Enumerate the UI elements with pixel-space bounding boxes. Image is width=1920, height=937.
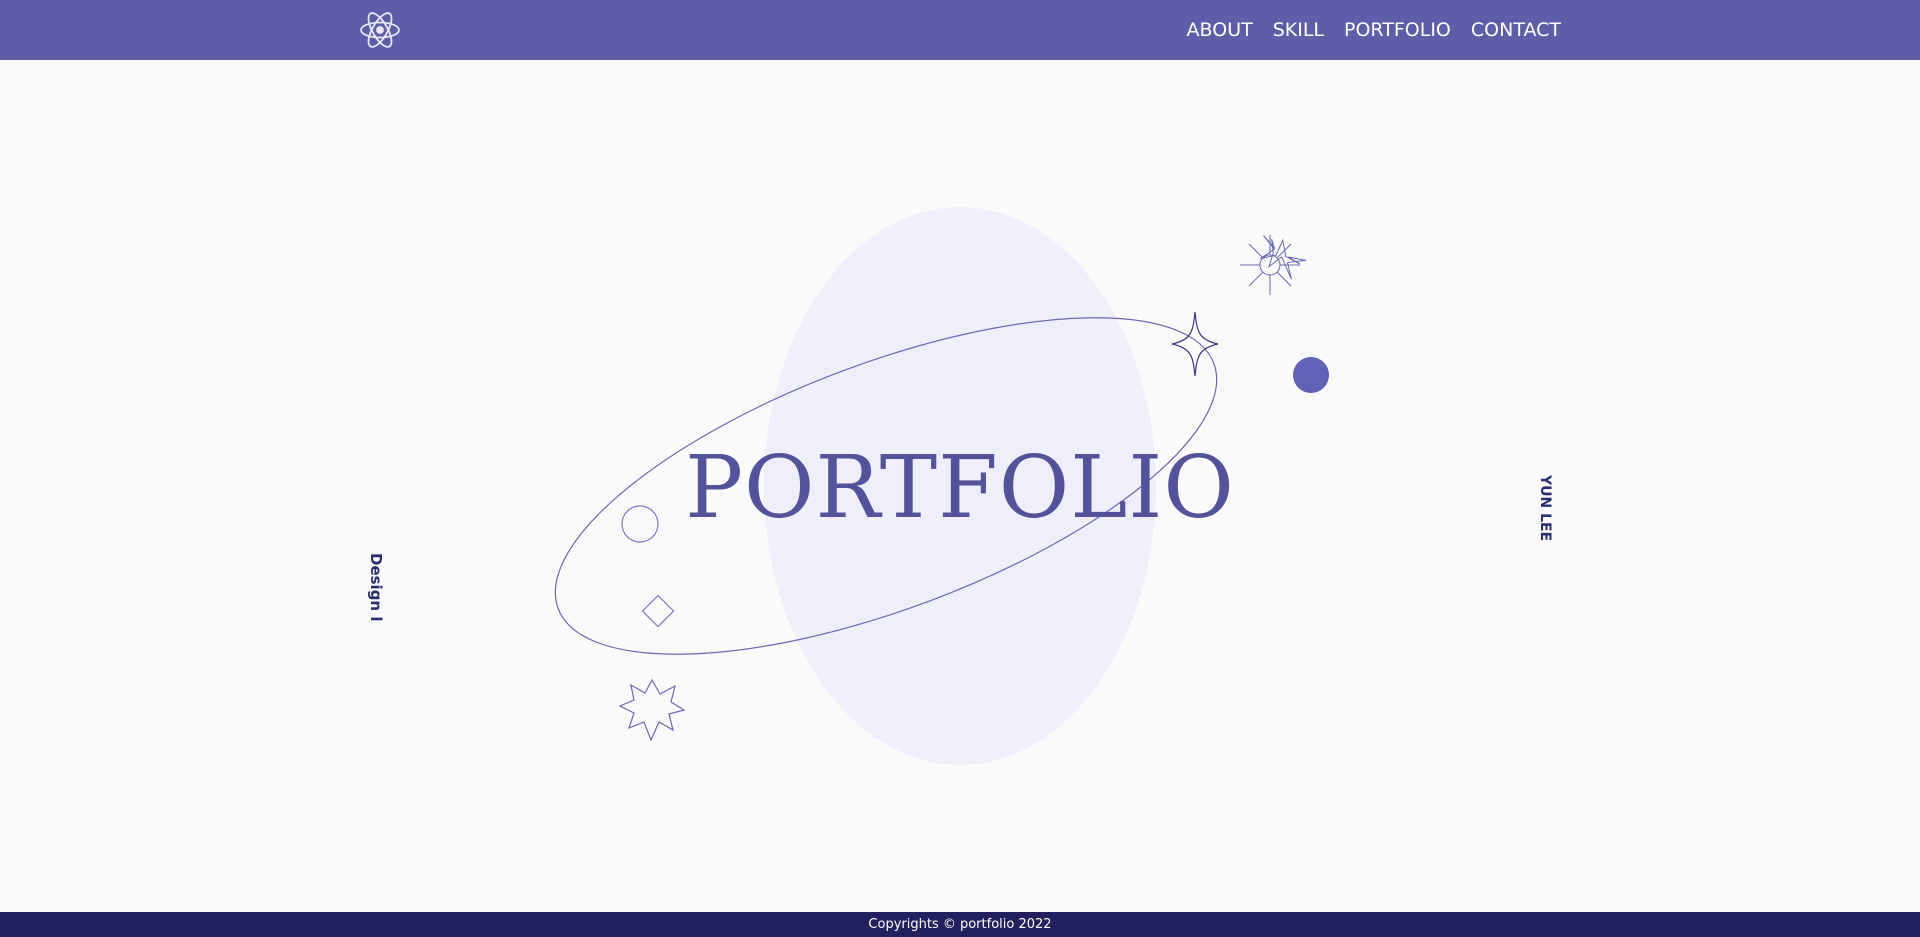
nav-skill-link[interactable]: SKILL xyxy=(1273,19,1324,41)
copyright-text: Copyrights © portfolio 2022 xyxy=(868,917,1052,932)
hero-title: PORTFOLIO xyxy=(685,438,1235,538)
atom-logo-icon[interactable] xyxy=(358,8,402,52)
outline-diamond xyxy=(641,594,675,628)
nav-about-link[interactable]: ABOUT xyxy=(1187,19,1253,41)
hero-section: PORTFOLIO Design l YUN LEE xyxy=(0,60,1920,912)
side-label-right: YUN LEE xyxy=(1537,475,1553,542)
main-nav: ABOUT SKILL PORTFOLIO CONTACT xyxy=(1187,0,1561,60)
orbit-planet xyxy=(1293,357,1329,393)
spiky-burst xyxy=(1259,235,1306,280)
page-footer: Copyrights © portfolio 2022 xyxy=(0,912,1920,937)
side-label-left: Design l xyxy=(367,553,385,622)
top-header: ABOUT SKILL PORTFOLIO CONTACT xyxy=(0,0,1920,60)
nav-contact-link[interactable]: CONTACT xyxy=(1471,19,1561,41)
outline-star xyxy=(618,678,686,742)
sparkle-star xyxy=(1171,311,1219,377)
nav-portfolio-link[interactable]: PORTFOLIO xyxy=(1344,19,1451,41)
